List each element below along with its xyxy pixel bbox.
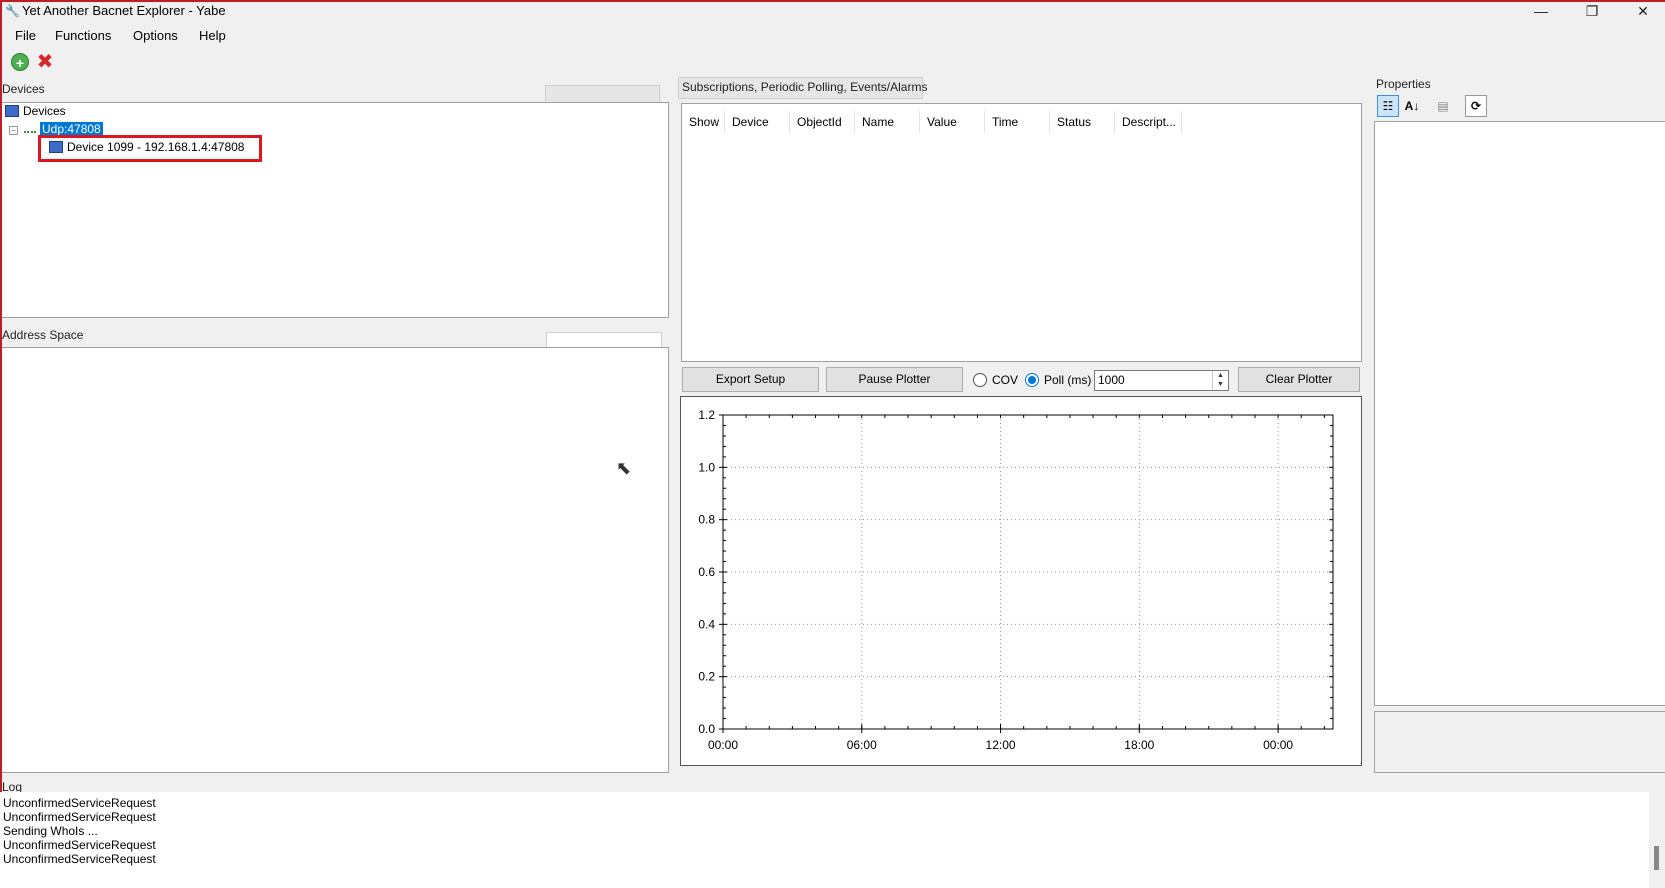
log-scrollbar[interactable] [1649,792,1665,888]
address-space-panel-label: Address Space [2,328,84,342]
tree-node-udp[interactable]: − Udp:47808 [9,122,103,136]
x-tick-label: 18:00 [1124,738,1154,752]
restore-button[interactable]: ❐ [1569,0,1615,24]
column-header-status[interactable]: Status [1050,111,1115,133]
subscriptions-panel-label: Subscriptions, Periodic Polling, Events/… [682,80,928,94]
column-header-device[interactable]: Device [725,111,790,133]
y-tick-label: 1.0 [698,460,715,474]
log-textbox[interactable] [0,792,1665,888]
x-tick-label: 00:00 [708,738,738,752]
clear-plotter-button[interactable]: Clear Plotter [1238,367,1360,392]
property-grid[interactable] [1374,121,1665,706]
log-line: UnconfirmedServiceRequest [3,810,156,824]
minimize-button[interactable]: — [1518,0,1564,24]
column-header-time[interactable]: Time [985,111,1050,133]
column-header-description[interactable]: Descript... [1115,111,1182,133]
y-tick-label: 0.8 [698,513,715,527]
title-bar [0,0,1665,24]
x-tick-label: 12:00 [986,738,1016,752]
menu-help[interactable]: Help [199,28,226,43]
menu-file[interactable]: File [15,28,36,43]
window-title: Yet Another Bacnet Explorer - Yabe [22,3,226,18]
pause-plotter-button[interactable]: Pause Plotter [826,367,963,392]
property-description-box [1374,711,1665,773]
log-line: UnconfirmedServiceRequest [3,838,156,852]
collapse-icon[interactable]: − [9,126,18,135]
y-tick-label: 1.2 [698,408,715,422]
categorized-view-icon[interactable]: ☷ [1377,95,1399,117]
close-button[interactable]: ✕ [1620,0,1665,24]
delete-device-icon[interactable]: ✖ [36,52,54,72]
cov-radio[interactable] [973,373,987,387]
log-line: UnconfirmedServiceRequest [3,796,156,810]
spin-arrows-icon[interactable]: ▲ ▼ [1212,371,1228,390]
plot-svg: 0.0 0.2 0.4 0.6 0.8 1.0 1.2 00:00 06:00 12:00 18:0… [698,408,1334,752]
y-tick-label: 0.0 [698,722,715,736]
column-header-name[interactable]: Name [855,111,920,133]
tree-device-label: Device 1099 - 192.168.1.4:47808 [67,140,245,154]
tree-root-devices[interactable]: Devices [5,104,66,118]
log-scrollbar-thumb[interactable] [1654,846,1659,870]
export-setup-button[interactable]: Export Setup [682,367,819,392]
y-tick-label: 0.2 [698,670,715,684]
menu-bar [0,24,1665,48]
log-line: UnconfirmedServiceRequest [3,852,156,866]
sort-alphabetical-icon[interactable]: A↓ [1401,95,1423,117]
x-tick-label: 06:00 [847,738,877,752]
log-line: Sending WhoIs ... [3,824,98,838]
y-tick-label: 0.6 [698,565,715,579]
address-space-tree[interactable] [2,347,669,773]
computer-icon [5,105,19,117]
column-header-show[interactable]: Show [682,111,725,133]
poll-interval-stepper[interactable]: 1000 ▲ ▼ [1094,370,1229,391]
tree-udp-label: Udp:47808 [40,122,103,136]
menu-options[interactable]: Options [133,28,178,43]
mouse-cursor-icon: ⬉ [616,458,632,478]
cov-label: COV [992,373,1019,387]
network-icon [24,123,36,133]
tree-root-label: Devices [23,104,66,118]
plotter-chart[interactable]: 0.0 0.2 0.4 0.6 0.8 1.0 1.2 00:00 06:00 12:00 18:0… [680,396,1362,766]
poll-label: Poll (ms) [1044,373,1092,387]
x-tick-label: 00:00 [1263,738,1293,752]
devices-panel-label: Devices [2,82,45,96]
poll-radio[interactable] [1025,373,1039,387]
column-header-objectid[interactable]: ObjectId [790,111,855,133]
y-tick-label: 0.4 [698,617,715,631]
device-icon [49,141,63,153]
properties-panel-label: Properties [1376,77,1431,91]
refresh-icon[interactable]: ⟳ [1465,95,1487,117]
property-pages-icon[interactable]: ▤ [1432,95,1454,117]
add-device-icon[interactable]: + [11,53,29,71]
app-icon: 🔧 [5,4,20,18]
subscriptions-list[interactable] [681,103,1362,362]
column-header-value[interactable]: Value [920,111,985,133]
tree-node-device[interactable]: Device 1099 - 192.168.1.4:47808 [49,140,244,154]
menu-functions[interactable]: Functions [55,28,111,43]
poll-interval-value: 1000 [1098,373,1125,387]
